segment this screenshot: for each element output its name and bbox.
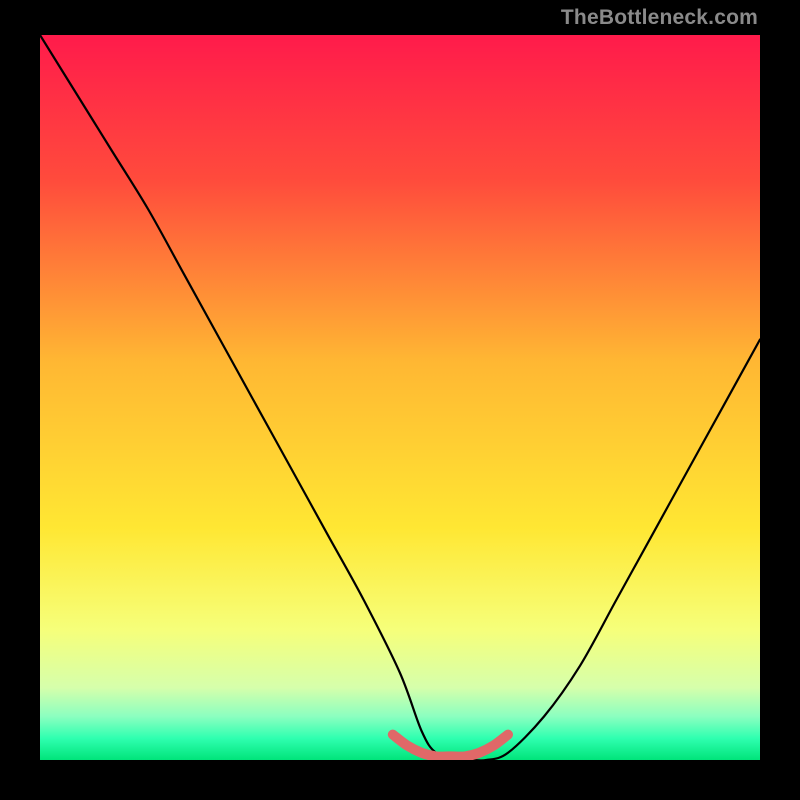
watermark-text: TheBottleneck.com <box>561 6 758 30</box>
bottleneck-curve <box>40 35 760 760</box>
plot-area <box>40 35 760 760</box>
chart-frame: TheBottleneck.com <box>0 0 800 800</box>
chart-curve-layer <box>40 35 760 760</box>
bottom-marker <box>393 735 508 757</box>
